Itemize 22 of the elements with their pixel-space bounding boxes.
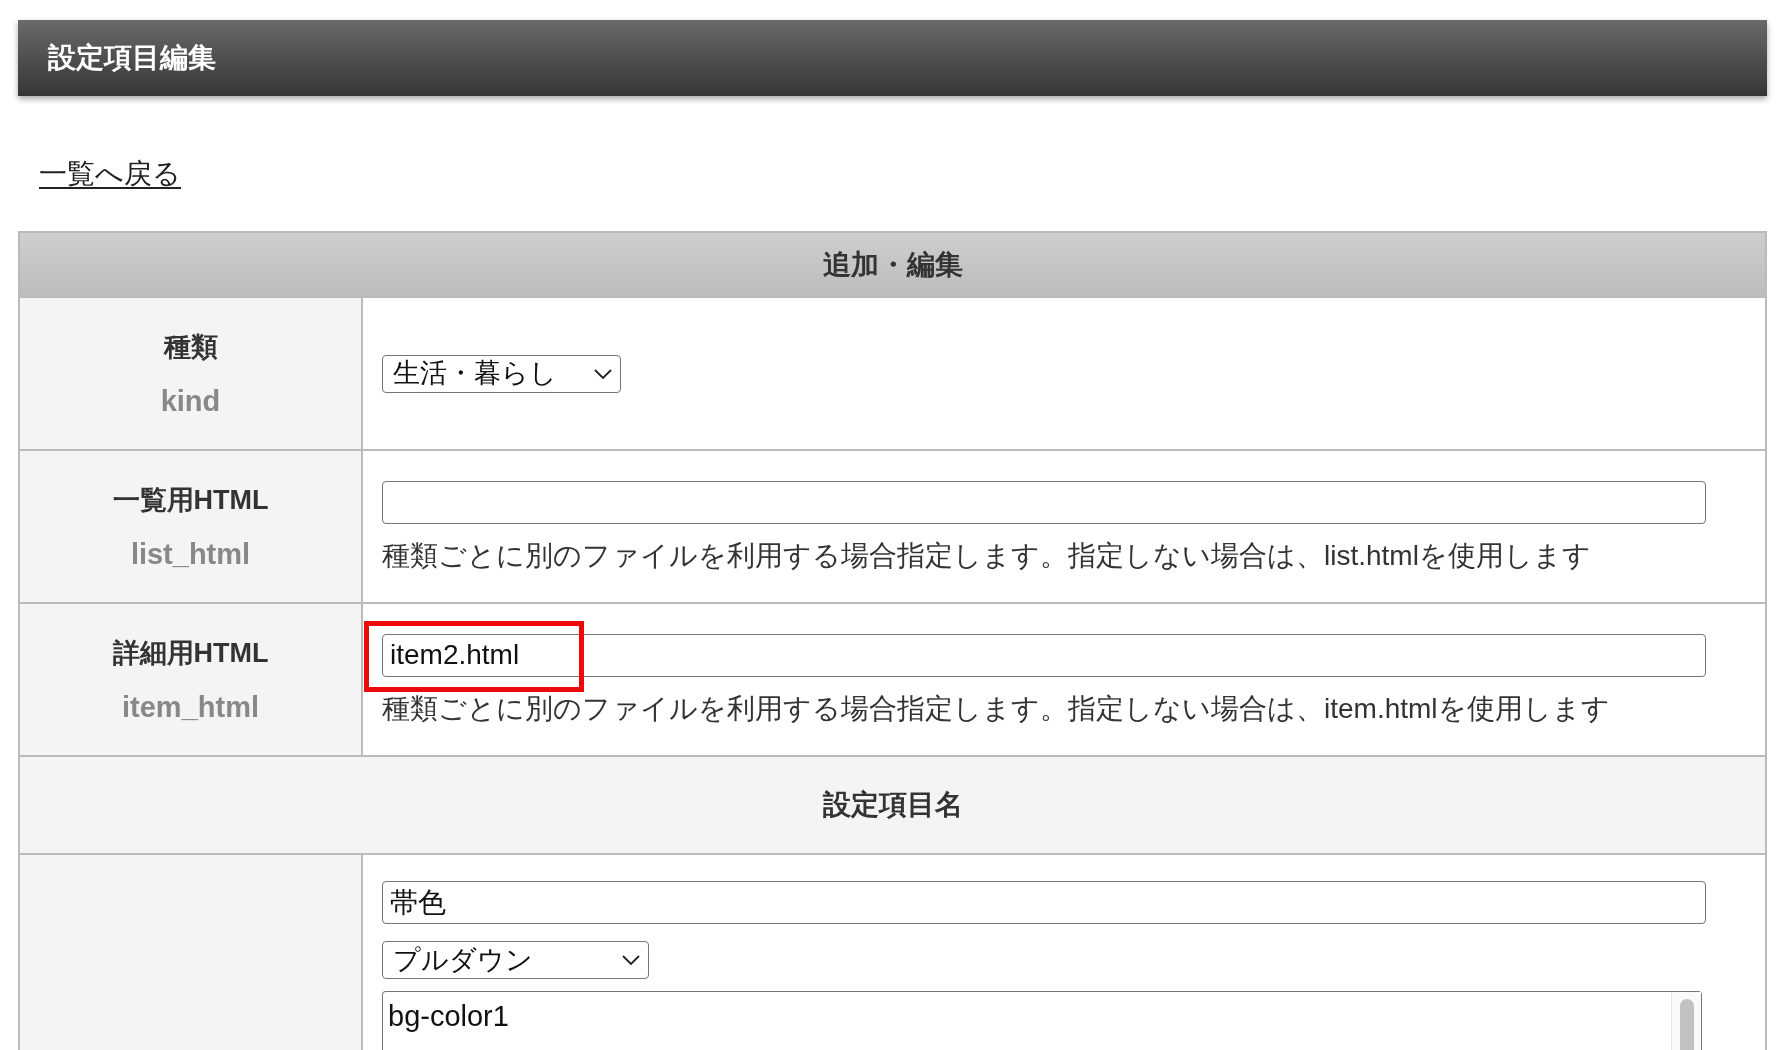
- field-hint: 種類ごとに別のファイルを利用する場合指定します。指定しない場合は、list.htmlを使用します: [382, 538, 1591, 573]
- field-label: 一覧用HTML: [112, 483, 269, 516]
- form-heading: 追加・編集: [822, 247, 963, 282]
- back-link[interactable]: 一覧へ戻る: [39, 158, 181, 190]
- options-textarea[interactable]: bg-color1: [382, 991, 1702, 1050]
- page-title: 設定項目編集: [48, 41, 216, 75]
- type-select[interactable]: プルダウン: [382, 941, 649, 979]
- field-hint: 種類ごとに別のファイルを利用する場合指定します。指定しない場合は、item.htmlを使用します: [382, 691, 1610, 726]
- scrollbar-thumb[interactable]: [1679, 999, 1694, 1050]
- text-input[interactable]: [382, 480, 1706, 524]
- chevron-down-icon: [594, 368, 612, 379]
- name-input[interactable]: 帯色: [382, 881, 1706, 924]
- field-key: list_html: [130, 537, 251, 570]
- field-label: 詳細用HTML: [112, 636, 269, 669]
- field-key: kind: [160, 384, 221, 417]
- section-heading: 設定項目名: [822, 788, 963, 822]
- option-line: bg-color1: [388, 999, 509, 1034]
- field-key: item_html: [122, 690, 259, 723]
- chevron-down-icon: [622, 955, 640, 965]
- category-select[interactable]: 生活・暮らし: [382, 354, 621, 393]
- field-label: 種類: [163, 330, 218, 363]
- text-input[interactable]: item2.html: [382, 633, 1706, 677]
